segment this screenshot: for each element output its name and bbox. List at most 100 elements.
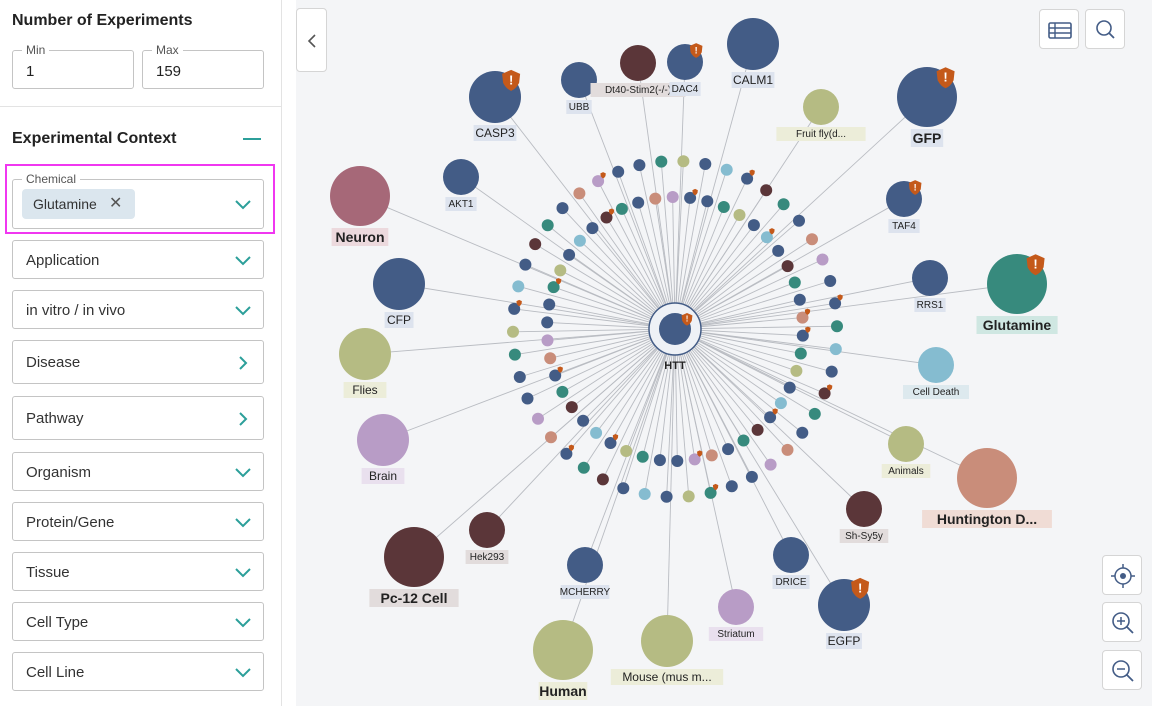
graph-node[interactable]	[339, 328, 391, 380]
collapse-section-icon[interactable]	[243, 138, 261, 140]
graph-node-dot[interactable]	[638, 488, 651, 500]
max-experiments-field[interactable]: Max 159	[142, 43, 264, 89]
graph-node-dot[interactable]	[541, 316, 554, 329]
graph-node-dot[interactable]	[565, 401, 578, 414]
graph-node[interactable]	[888, 426, 924, 462]
graph-node-dot[interactable]	[615, 202, 628, 215]
graph-node[interactable]	[918, 347, 954, 383]
graph-node-dot[interactable]	[556, 202, 569, 215]
graph-node-dot[interactable]	[573, 187, 586, 200]
graph-node-dot[interactable]	[577, 414, 590, 427]
graph-node-dot[interactable]	[666, 191, 679, 203]
graph-node[interactable]	[912, 260, 948, 296]
graph-node-dot[interactable]	[781, 260, 794, 273]
graph-node[interactable]	[330, 166, 390, 226]
graph-node-dot[interactable]	[677, 155, 690, 168]
filter-in-vitro-in-vivo[interactable]: in vitro / in vivo	[12, 290, 264, 329]
graph-node-dot[interactable]	[806, 233, 818, 246]
graph-node-dot[interactable]	[671, 455, 684, 467]
graph-node-dot[interactable]	[790, 364, 803, 377]
graph-node-dot[interactable]	[751, 423, 764, 436]
graph-node-dot[interactable]	[521, 392, 534, 405]
graph-node-dot[interactable]	[541, 334, 554, 347]
graph-node-dot[interactable]	[796, 426, 809, 439]
graph-node[interactable]	[718, 589, 754, 625]
graph-node-dot[interactable]	[717, 201, 730, 213]
graph-node-dot[interactable]	[829, 343, 842, 356]
graph-node-dot[interactable]	[794, 347, 807, 360]
graph-node-dot[interactable]	[793, 214, 805, 227]
graph-node-dot[interactable]	[649, 192, 662, 205]
graph-node-dot[interactable]	[722, 443, 735, 456]
graph-node-dot[interactable]	[720, 163, 733, 176]
graph-node-dot[interactable]	[816, 253, 829, 266]
graph-node[interactable]	[641, 615, 693, 667]
collapse-sidebar-button[interactable]	[296, 8, 327, 72]
filter-cell-type[interactable]: Cell Type	[12, 602, 264, 641]
graph-node-dot[interactable]	[612, 165, 625, 178]
graph-node-dot[interactable]	[733, 209, 746, 221]
graph-node-dot[interactable]	[682, 490, 695, 503]
graph-node-dot[interactable]	[772, 244, 785, 257]
search-button[interactable]	[1085, 9, 1125, 49]
graph-node-dot[interactable]	[513, 371, 526, 383]
chevron-down-icon[interactable]	[233, 198, 253, 212]
graph-node[interactable]	[773, 537, 809, 573]
graph-node-dot[interactable]	[831, 320, 843, 333]
filter-tissue[interactable]: Tissue	[12, 552, 264, 591]
filter-application[interactable]: Application	[12, 240, 264, 279]
filter-pathway[interactable]: Pathway	[12, 396, 264, 440]
graph-node-dot[interactable]	[783, 381, 796, 394]
min-experiments-field[interactable]: Min 1	[12, 43, 134, 89]
graph-node-dot[interactable]	[508, 348, 521, 361]
graph-node-dot[interactable]	[705, 449, 718, 462]
graph-node-dot[interactable]	[725, 480, 738, 493]
graph-node-dot[interactable]	[545, 431, 557, 444]
graph-node-dot[interactable]	[777, 198, 790, 211]
graph-node-dot[interactable]	[701, 195, 714, 208]
graph-node-dot[interactable]	[632, 196, 645, 209]
graph-node-dot[interactable]	[577, 461, 590, 474]
graph-node-dot[interactable]	[519, 258, 532, 271]
chemical-select[interactable]: Chemical Glutamine ✕	[12, 172, 264, 229]
graph-node-dot[interactable]	[541, 219, 554, 232]
graph-node[interactable]	[957, 448, 1017, 508]
graph-node-dot[interactable]	[788, 276, 801, 289]
graph-node-dot[interactable]	[747, 219, 760, 232]
graph-node[interactable]	[567, 547, 603, 583]
filter-protein-gene[interactable]: Protein/Gene	[12, 502, 264, 541]
graph-node-dot[interactable]	[824, 275, 837, 287]
graph-node-dot[interactable]	[556, 385, 569, 398]
graph-node[interactable]	[533, 620, 593, 680]
graph-node-dot[interactable]	[617, 482, 630, 495]
graph-node-dot[interactable]	[620, 445, 633, 457]
graph-node-dot[interactable]	[655, 155, 668, 168]
graph-node-dot[interactable]	[745, 470, 758, 483]
table-view-button[interactable]	[1039, 9, 1079, 49]
graph-node[interactable]	[620, 45, 656, 81]
graph-node-dot[interactable]	[737, 434, 750, 447]
filter-cell-line[interactable]: Cell Line	[12, 652, 264, 691]
graph-node[interactable]	[803, 89, 839, 125]
zoom-in-button[interactable]	[1102, 602, 1142, 642]
graph-node-dot[interactable]	[774, 397, 787, 410]
graph-node[interactable]	[373, 258, 425, 310]
graph-node-dot[interactable]	[781, 443, 794, 456]
graph-node[interactable]	[357, 414, 409, 466]
graph-node-dot[interactable]	[764, 458, 777, 471]
graph-node-dot[interactable]	[532, 412, 544, 425]
graph-node[interactable]	[469, 512, 505, 548]
remove-chip-icon[interactable]: ✕	[109, 193, 122, 213]
graph-node-dot[interactable]	[596, 473, 609, 486]
graph-node[interactable]	[384, 527, 444, 587]
graph-node-dot[interactable]	[512, 280, 525, 293]
graph-node-dot[interactable]	[825, 365, 838, 378]
graph-node-dot[interactable]	[590, 426, 603, 439]
graph-node-dot[interactable]	[760, 184, 773, 197]
graph-node-dot[interactable]	[586, 222, 599, 235]
graph-node-dot[interactable]	[554, 264, 567, 277]
graph-node[interactable]	[727, 18, 779, 70]
filter-organism[interactable]: Organism	[12, 452, 264, 491]
filter-disease[interactable]: Disease	[12, 340, 264, 384]
graph-node-dot[interactable]	[543, 298, 556, 311]
